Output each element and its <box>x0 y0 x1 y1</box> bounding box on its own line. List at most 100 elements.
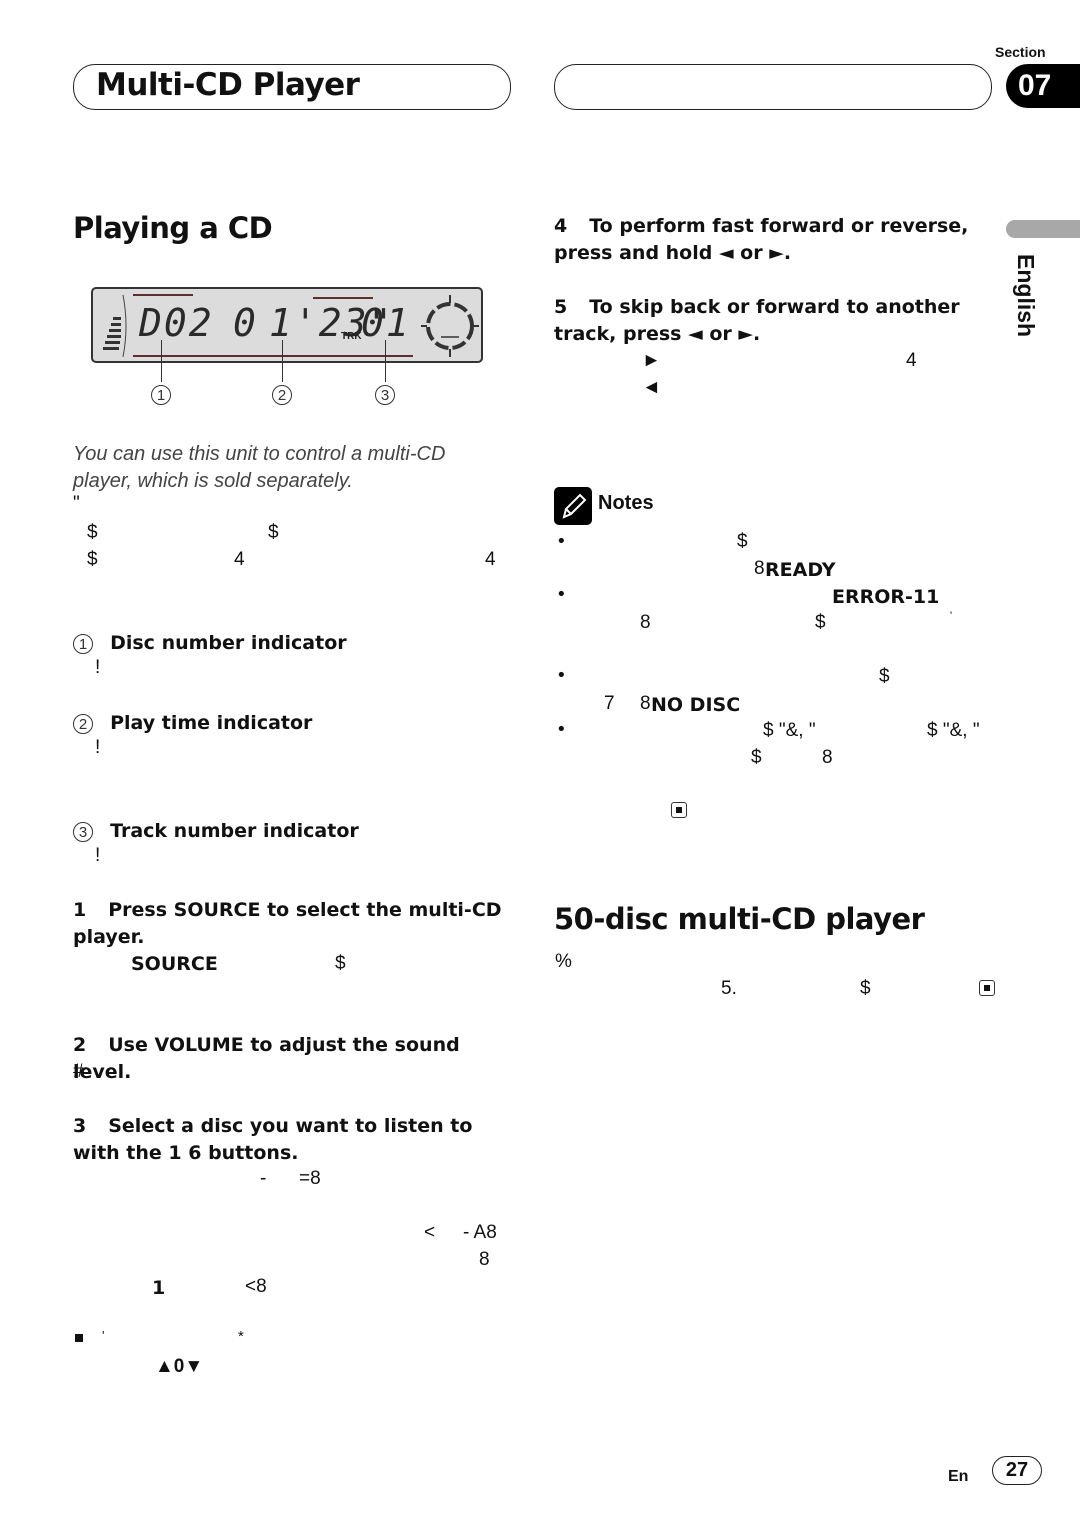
ready-message: READY <box>765 559 836 581</box>
note-bullet: • <box>556 531 567 552</box>
note-bullet: • <box>556 584 567 605</box>
step-number: 5 <box>554 296 568 318</box>
notes-pencil-icon <box>554 487 592 525</box>
intro-text: You can use this unit to control a multi… <box>73 443 446 492</box>
indicator-desc: ! <box>95 657 101 678</box>
indicator-track-number: 3 Track number indicator <box>73 818 359 845</box>
text-fragment: - A8 <box>463 1222 497 1243</box>
indicator-number: 2 <box>73 714 93 734</box>
step-number: 2 <box>73 1034 87 1056</box>
step-number: 1 <box>73 899 87 921</box>
prev-arrow-icon: ◄ <box>642 377 661 398</box>
page-number: 27 <box>992 1456 1042 1485</box>
step-title: Select a disc you want to listen to with… <box>73 1115 473 1164</box>
section-label: Section <box>995 44 1046 60</box>
indicator-title: Track number indicator <box>110 820 359 842</box>
text-fragment: 8 <box>640 693 651 714</box>
language-code: En <box>948 1468 969 1485</box>
text-fragment: 4 <box>906 350 917 371</box>
lcd-segment-line <box>133 355 413 357</box>
language-tab-label: English <box>1013 254 1039 338</box>
end-of-section-icon <box>671 802 687 818</box>
section-heading-50-disc: 50-disc multi-CD player <box>554 902 925 936</box>
chapter-title: Multi-CD Player <box>96 67 360 103</box>
step-title: Press SOURCE to select the multi-CD play… <box>73 899 502 948</box>
callout-leader-3 <box>385 340 386 382</box>
step-number: 4 <box>554 215 568 237</box>
up-down-arrows: ▲0▼ <box>155 1356 204 1377</box>
text-fragment: 4 <box>485 549 496 570</box>
text-fragment: $ <box>87 522 98 543</box>
step-title: Use VOLUME to adjust the sound level. <box>73 1034 460 1083</box>
text-fragment: $ <box>879 666 890 687</box>
text-fragment: $ <box>860 978 871 999</box>
step-5: 5 To skip back or forward to another trac… <box>554 294 974 348</box>
text-fragment: - <box>260 1168 267 1189</box>
text-fragment: $ <box>737 531 748 552</box>
indicator-title: Disc number indicator <box>110 632 347 654</box>
indicator-number: 3 <box>73 822 93 842</box>
empty-header-pill <box>554 64 992 110</box>
lcd-segment-line <box>313 297 373 299</box>
text-fragment: 7 <box>604 693 615 714</box>
text-fragment: < <box>424 1222 436 1243</box>
indicator-title: Play time indicator <box>110 712 313 734</box>
step-1: 1 Press SOURCE to select the multi-CD pla… <box>73 897 513 951</box>
text-fragment: $ <box>335 953 346 974</box>
indicator-play-time: 2 Play time indicator <box>73 710 312 737</box>
level-meter-icon <box>103 294 127 358</box>
lcd-display-illustration: D02 0 1'23" TRK 01 <box>91 287 483 363</box>
text-fragment: # <box>73 1061 84 1082</box>
lcd-disc-number: D02 <box>139 301 214 345</box>
callout-leader-1 <box>161 340 162 382</box>
step-3: 3 Select a disc you want to listen to wit… <box>73 1113 513 1167</box>
text-fragment: ' <box>102 1328 105 1343</box>
text-fragment: * <box>238 1328 244 1345</box>
text-fragment: ' <box>950 610 953 622</box>
notes-title: Notes <box>598 492 654 514</box>
error-message: ERROR-11 <box>832 586 940 608</box>
text-fragment: 8 <box>822 747 833 768</box>
callout-2: 2 <box>272 385 292 405</box>
indicator-number: 1 <box>73 634 93 654</box>
lcd-track-number: 01 <box>361 301 411 345</box>
indicator-desc: ! <box>95 845 101 866</box>
no-disc-message: NO DISC <box>651 694 741 716</box>
text-fragment: 5. <box>721 978 737 999</box>
text-fragment: $ "&, " <box>927 720 980 741</box>
step-number: 3 <box>73 1115 87 1137</box>
lcd-time-minutes: 0 <box>233 301 258 345</box>
text-fragment: 1 <box>152 1277 166 1299</box>
text-fragment: $ <box>751 747 762 768</box>
disc-spin-icon <box>421 295 479 357</box>
callout-leader-2 <box>282 340 283 382</box>
indicator-desc: ! <box>95 737 101 758</box>
text-fragment: " <box>73 493 80 514</box>
step-title: To skip back or forward to another track… <box>554 296 960 345</box>
chapter-title-pill: Multi-CD Player <box>73 64 511 110</box>
step-4: 4 To perform fast forward or reverse, pre… <box>554 213 974 267</box>
section-number: 07 <box>1006 64 1080 108</box>
lcd-trk-label: TRK <box>341 331 362 342</box>
text-fragment: 8 <box>640 612 651 633</box>
end-of-section-icon <box>979 980 996 996</box>
text-fragment: =8 <box>299 1168 321 1189</box>
text-fragment: $ <box>815 612 826 633</box>
footnote-bullet <box>75 1334 83 1342</box>
text-fragment: 8 <box>754 558 765 579</box>
next-arrow-icon: ► <box>642 350 661 371</box>
text-fragment: $ <box>268 522 279 543</box>
step-1-source-label: SOURCE <box>131 953 218 975</box>
text-fragment: $ <box>87 549 98 570</box>
step-title: To perform fast forward or reverse, pres… <box>554 215 969 264</box>
text-fragment: % <box>555 951 572 972</box>
text-fragment: 4 <box>234 549 245 570</box>
callout-3: 3 <box>375 385 395 405</box>
text-fragment: 8 <box>479 1249 490 1270</box>
indicator-disc-number: 1 Disc number indicator <box>73 630 347 657</box>
note-bullet: • <box>556 719 567 740</box>
callout-1: 1 <box>151 385 171 405</box>
note-bullet: • <box>556 665 567 686</box>
step-2: 2 Use VOLUME to adjust the sound level. <box>73 1032 513 1086</box>
lcd-segment-line <box>133 294 193 296</box>
